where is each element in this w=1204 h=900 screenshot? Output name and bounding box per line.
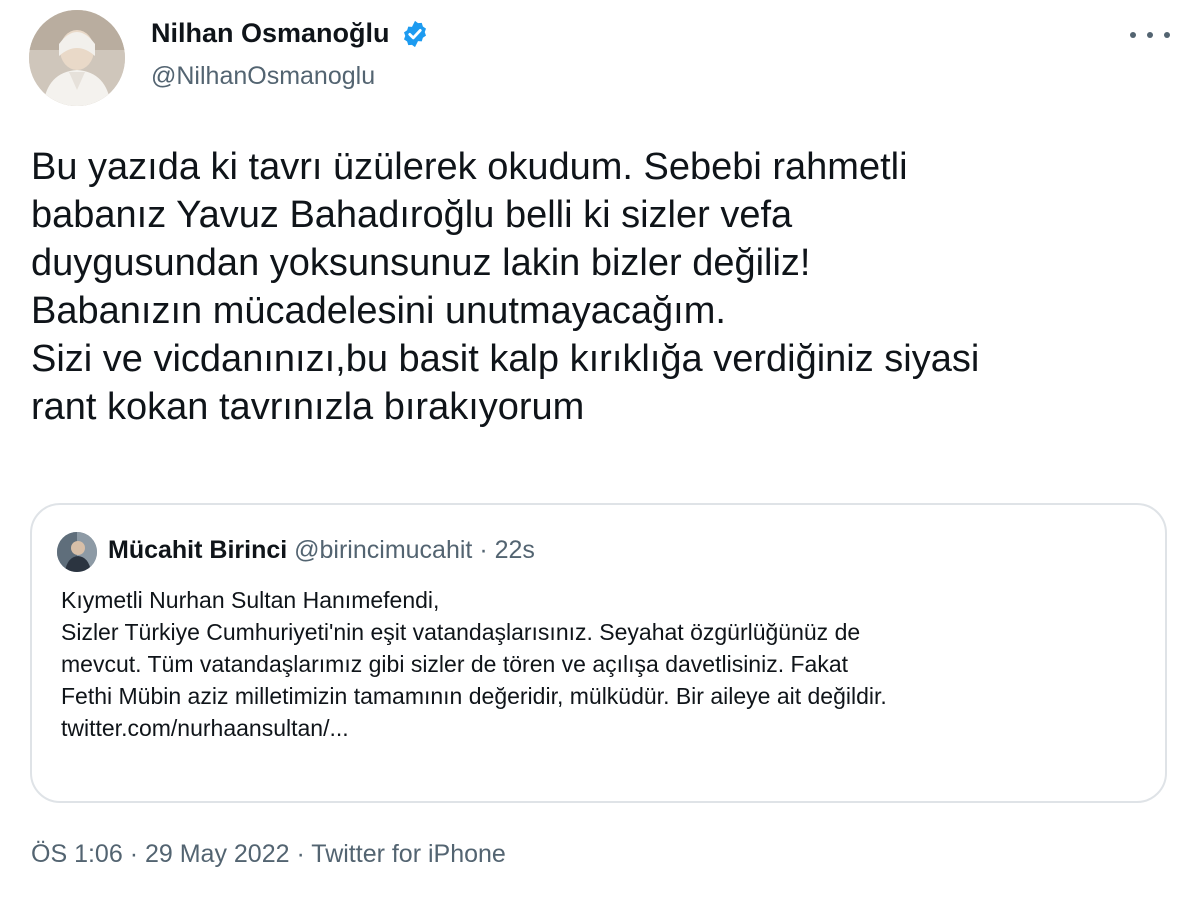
tweet-card: Nilhan Osmanoğlu @NilhanOsmanoglu Bu yaz… bbox=[0, 0, 1204, 900]
quoted-author-name[interactable]: Mücahit Birinci bbox=[108, 536, 287, 564]
quoted-line: mevcut. Tüm vatandaşlarımız gibi sizler … bbox=[61, 651, 849, 677]
more-options-icon[interactable] bbox=[1130, 20, 1170, 50]
tweet-line: duygusundan yoksunsunuz lakin bizler değ… bbox=[31, 242, 811, 284]
meta-separator: · bbox=[129, 840, 139, 868]
more-dot bbox=[1164, 32, 1170, 38]
tweet-metadata: ÖS 1:06 · 29 May 2022 · Twitter for iPho… bbox=[31, 840, 506, 869]
tweet-time[interactable]: ÖS 1:06 bbox=[31, 840, 123, 868]
tweet-line: Sizi ve vicdanınızı,bu basit kalp kırıkl… bbox=[31, 338, 980, 380]
tweet-body: Bu yazıda ki tavrı üzülerek okudum. Sebe… bbox=[31, 143, 1181, 431]
author-name[interactable]: Nilhan Osmanoğlu bbox=[151, 18, 390, 49]
more-dot bbox=[1147, 32, 1153, 38]
tweet-source[interactable]: Twitter for iPhone bbox=[311, 840, 506, 868]
quoted-avatar-photo-icon bbox=[57, 532, 97, 572]
tweet-date[interactable]: 29 May 2022 bbox=[145, 840, 290, 868]
quoted-time[interactable]: 22s bbox=[495, 536, 535, 564]
tweet-line: Babanızın mücadelesini unutmayacağım. bbox=[31, 290, 726, 332]
author-name-row[interactable]: Nilhan Osmanoğlu bbox=[151, 18, 430, 49]
quoted-separator: · bbox=[479, 536, 488, 564]
quoted-tweet-header: Mücahit Birinci @birincimucahit · 22s bbox=[108, 536, 535, 565]
verified-badge-icon bbox=[400, 19, 430, 49]
avatar-photo-icon bbox=[29, 10, 125, 106]
quoted-author-avatar[interactable] bbox=[57, 532, 97, 572]
more-dot bbox=[1130, 32, 1136, 38]
author-handle[interactable]: @NilhanOsmanoglu bbox=[151, 62, 375, 91]
quoted-line: Kıymetli Nurhan Sultan Hanımefendi, bbox=[61, 587, 440, 613]
meta-separator: · bbox=[296, 840, 305, 868]
quoted-link[interactable]: twitter.com/nurhaansultan/... bbox=[61, 712, 1161, 744]
quoted-tweet-card[interactable]: Mücahit Birinci @birincimucahit · 22s Kı… bbox=[30, 503, 1167, 803]
tweet-line: Bu yazıda ki tavrı üzülerek okudum. Sebe… bbox=[31, 146, 908, 188]
tweet-line: babanız Yavuz Bahadıroğlu belli ki sizle… bbox=[31, 194, 793, 236]
tweet-line: rant kokan tavrınızla bırakıyorum bbox=[31, 386, 585, 428]
quoted-tweet-body: Kıymetli Nurhan Sultan Hanımefendi, Sizl… bbox=[61, 584, 1161, 744]
author-avatar[interactable] bbox=[29, 10, 125, 106]
quoted-line: Sizler Türkiye Cumhuriyeti'nin eşit vata… bbox=[61, 619, 861, 645]
quoted-author-handle[interactable]: @birincimucahit bbox=[294, 536, 472, 564]
quoted-line: Fethi Mübin aziz milletimizin tamamının … bbox=[61, 683, 887, 709]
